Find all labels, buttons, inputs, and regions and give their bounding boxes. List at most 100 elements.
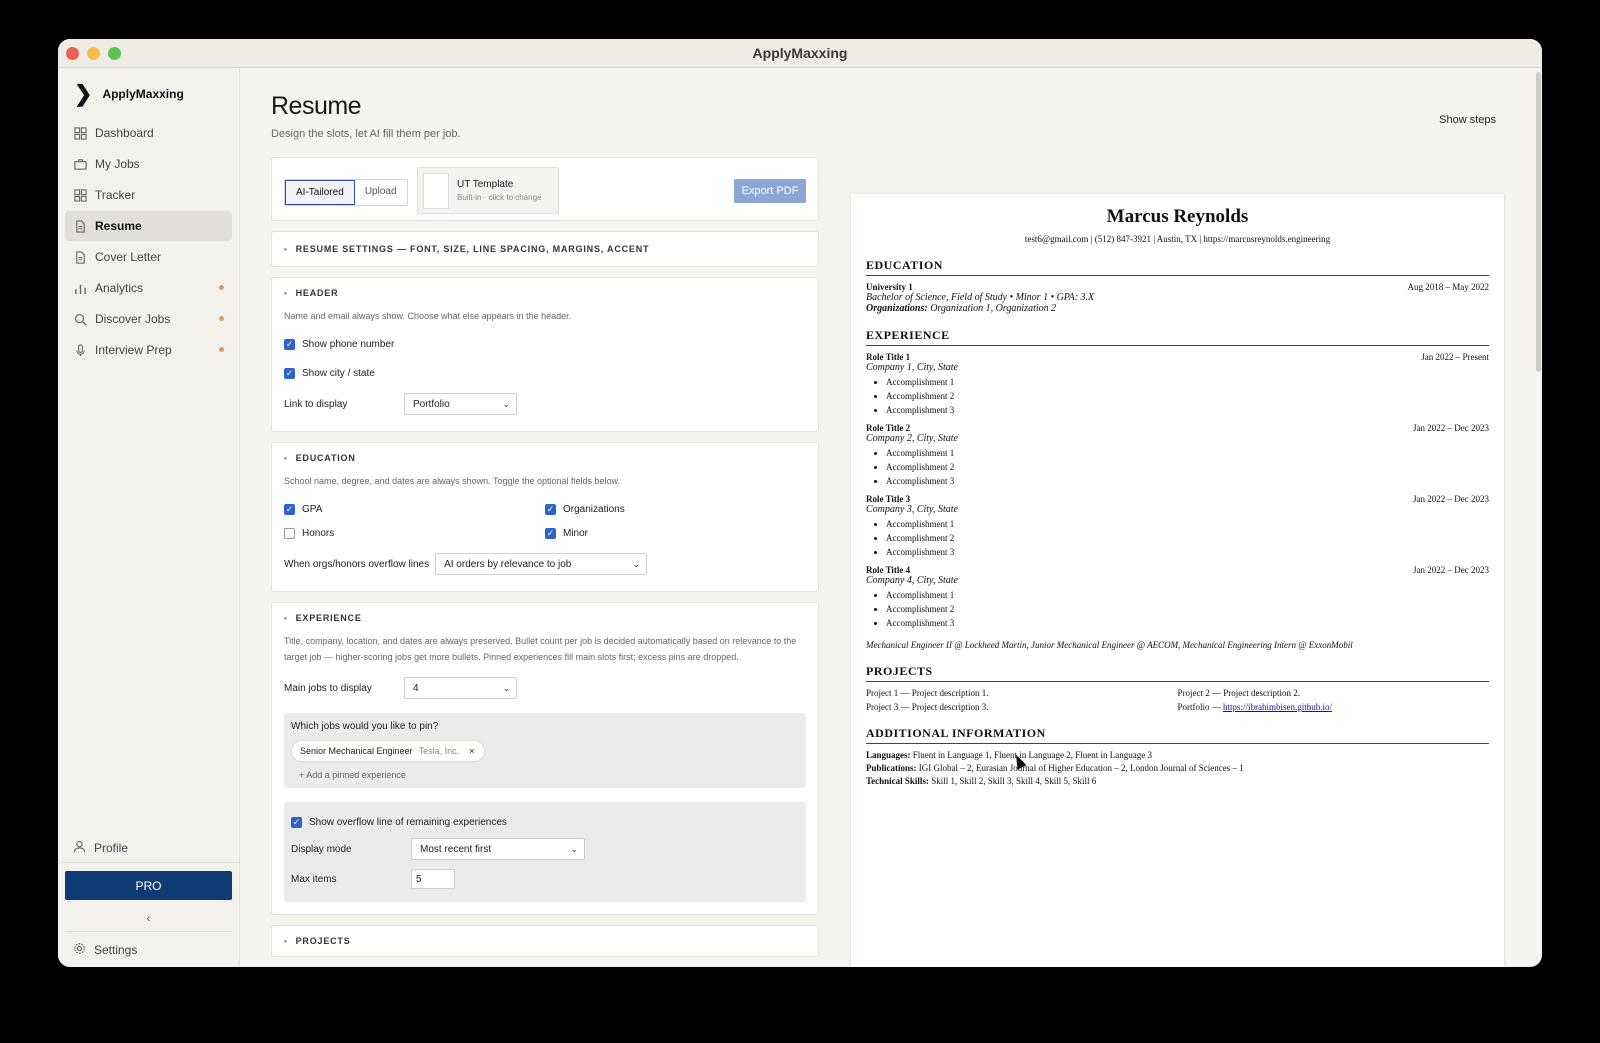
organizations-toggle[interactable]: ✓ Organizations [545,497,806,521]
job-header: Role Title 4 Jan 2022 – Dec 2023 [866,565,1489,575]
link-select[interactable]: Portfolio ⌄ [404,393,517,415]
window-title: ApplyMaxxing [752,45,848,61]
resume-section-heading: EXPERIENCE [866,328,1489,346]
sidebar-item-discover-jobs[interactable]: Discover Jobs [65,304,232,334]
bullet-item: Accomplishment 3 [886,403,1489,417]
add-pinned-experience-button[interactable]: + Add a pinned experience [291,770,799,780]
section-header[interactable]: • EXPERIENCE [272,603,818,633]
section-title: EDUCATION [295,453,356,463]
maximize-window-button[interactable] [108,47,121,60]
checkbox[interactable]: ✓ [284,367,295,379]
sidebar-item-resume[interactable]: Resume [65,211,232,241]
honors-toggle[interactable]: Honors [284,521,545,545]
field-label: Display mode [291,843,352,855]
header-section: • HEADER Name and email always show. Cho… [271,277,819,432]
sidebar-item-interview-prep[interactable]: Interview Prep [65,335,232,365]
bar-chart-icon [73,281,87,295]
sidebar-item-settings[interactable]: Settings [58,932,239,967]
resume-toolbar: AI-Tailored Upload UT Template Built-in … [271,157,819,221]
sidebar-item-dashboard[interactable]: Dashboard [65,118,232,148]
select-value: 4 [413,682,419,694]
chevron-down-icon: ⌄ [502,682,510,693]
brand[interactable]: ❯ ApplyMaxxing [58,68,239,118]
bullet-item: Accomplishment 1 [886,517,1489,531]
show-city-toggle[interactable]: ✓ Show city / state [284,361,806,385]
expand-icon: • [284,244,288,254]
school-dates: Aug 2018 – May 2022 [1407,282,1490,292]
ai-tailored-tab[interactable]: AI-Tailored [285,180,355,205]
sidebar-item-my-jobs[interactable]: My Jobs [65,149,232,179]
project-item: Project 1 — Project description 1. [866,688,989,698]
sidebar-nav: Dashboard My Jobs Tracker Resume Cover Lette… [58,118,239,365]
checkbox-label: GPA [302,503,323,515]
job-dates: Jan 2022 – Dec 2023 [1413,423,1489,433]
export-pdf-button[interactable]: Export PDF [734,179,806,203]
display-mode-select[interactable]: Most recent first ⌄ [411,838,585,860]
chevron-down-icon: ⌄ [570,843,578,854]
max-items-input[interactable]: 5 [411,869,455,889]
experience-entry: Role Title 1 Jan 2022 – Present Company 1,… [866,352,1489,417]
close-icon[interactable]: × [469,746,474,756]
portfolio-link[interactable]: https://ibrahimbisen.github.io/ [1223,702,1332,712]
overflow-line: Mechanical Engineer II @ Lockheed Martin… [866,640,1353,650]
checkbox[interactable] [284,527,295,539]
pinned-job-chip[interactable]: Senior Mechanical Engineer Tesla, Inc. × [291,740,486,762]
upload-tab[interactable]: Upload [355,180,407,205]
minor-toggle[interactable]: ✓ Minor [545,521,806,545]
checkbox-label: Show phone number [302,338,395,350]
expand-icon: • [284,288,288,298]
languages-value: Fluent in Language 1, Fluent in Language… [912,750,1152,760]
overflow-order-select[interactable]: AI orders by relevance to job ⌄ [435,553,648,575]
pinned-job-title: Senior Mechanical Engineer [300,746,413,756]
job-company: Company 1, City, State [866,362,958,373]
sidebar-item-analytics[interactable]: Analytics [65,273,232,303]
bullet-item: Accomplishment 3 [886,545,1489,559]
notification-dot [219,285,224,290]
expand-icon: • [284,453,288,463]
experience-entry: Role Title 2 Jan 2022 – Dec 2023 Company 2… [866,423,1489,488]
scrollbar[interactable] [1536,72,1541,372]
section-header[interactable]: • RESUME SETTINGS — FONT, SIZE, LINE SPA… [272,232,818,266]
checkbox[interactable]: ✓ [545,503,556,515]
sidebar-item-label: Analytics [95,281,144,295]
section-header[interactable]: • HEADER [272,278,818,308]
select-value: AI orders by relevance to job [444,558,572,570]
template-name: UT Template [457,179,514,190]
sidebar-item-tracker[interactable]: Tracker [65,180,232,210]
checkbox[interactable]: ✓ [284,503,295,515]
skills-line: Technical Skills: Skill 1, Skill 2, Skil… [866,776,1489,786]
main-jobs-select[interactable]: 4 ⌄ [404,677,517,699]
bullet-list: Accomplishment 1Accomplishment 2Accompli… [886,517,1489,559]
show-phone-toggle[interactable]: ✓ Show phone number [284,332,806,356]
field-label: When orgs/honors overflow lines [284,558,430,570]
template-picker[interactable]: UT Template Built-in · click to change [417,167,559,214]
section-help: Title, company, location, and dates are … [284,636,797,662]
gpa-toggle[interactable]: ✓ GPA [284,497,545,521]
sidebar-item-profile[interactable]: Profile [58,833,239,863]
chevron-down-icon: ⌄ [502,398,510,409]
resume-contact: test6@gmail.com | (512) 847-3921 | Austi… [1024,234,1331,244]
overflow-line-toggle[interactable]: ✓ Show overflow line of remaining experi… [291,810,799,834]
show-steps-button[interactable]: Show steps [1439,114,1496,126]
pro-button[interactable]: PRO [65,871,232,900]
sidebar-item-label: Settings [94,942,138,957]
sidebar-item-label: Tracker [95,188,136,202]
sidebar-item-cover-letter[interactable]: Cover Letter [65,242,232,272]
publications-label: Publications: [866,763,917,773]
close-window-button[interactable] [66,47,79,60]
sidebar-item-label: My Jobs [95,157,140,171]
checkbox[interactable]: ✓ [291,816,302,828]
checkbox[interactable]: ✓ [545,527,556,539]
microphone-icon [73,343,87,357]
pin-question: Which jobs would you like to pin? [291,721,439,732]
minimize-window-button[interactable] [87,47,100,60]
section-header[interactable]: • EDUCATION [272,443,818,473]
organizations-line: Organizations: Organization 1, Organizat… [866,303,1489,314]
mode-toggle: AI-Tailored Upload [284,179,408,206]
checkbox[interactable]: ✓ [284,338,295,350]
job-header: Role Title 2 Jan 2022 – Dec 2023 [866,423,1489,433]
select-value: Most recent first [420,843,492,855]
collapse-sidebar-button[interactable]: ‹ [65,904,232,932]
document-icon [73,250,87,264]
section-header[interactable]: • PROJECTS [272,926,818,956]
